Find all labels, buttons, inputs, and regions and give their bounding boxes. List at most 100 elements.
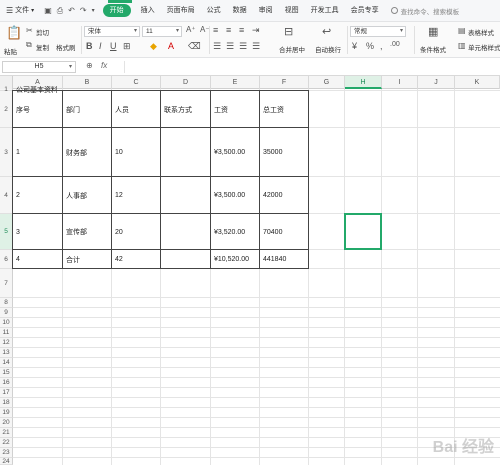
align-top-icon[interactable]: ≡ xyxy=(213,25,218,35)
tab-page-layout[interactable]: 页面布局 xyxy=(161,0,201,22)
cell-style-icon[interactable]: ▥ xyxy=(458,41,466,50)
table-cell[interactable]: 70400 xyxy=(260,214,309,250)
row-header-10[interactable]: 10 xyxy=(0,318,13,328)
table-cell[interactable]: 12 xyxy=(112,177,161,214)
wrap-text-button[interactable]: 自动换行 xyxy=(315,44,341,54)
table-header-cell[interactable]: 工资 xyxy=(211,91,260,128)
column-header-e[interactable]: E xyxy=(211,76,260,89)
cut-button[interactable]: 剪切 xyxy=(36,27,49,37)
table-cell[interactable]: ¥10,520.00 xyxy=(211,250,260,269)
table-cell[interactable]: 2 xyxy=(13,177,63,214)
copy-button[interactable]: 复制 xyxy=(36,42,49,52)
table-header-cell[interactable]: 序号 xyxy=(13,91,63,128)
bold-icon[interactable]: B xyxy=(86,41,93,51)
justify-icon[interactable]: ☰ xyxy=(252,41,260,52)
table-cell[interactable]: ¥3,500.00 xyxy=(211,128,260,177)
column-header-g[interactable]: G xyxy=(309,76,345,89)
increase-font-icon[interactable]: A⁺ xyxy=(186,25,196,34)
name-box[interactable]: H5 ▾ xyxy=(2,61,76,73)
fill-color-icon[interactable]: ◆ xyxy=(150,41,157,52)
tab-member[interactable]: 会员专享 xyxy=(345,0,385,22)
table-cell[interactable] xyxy=(161,214,211,250)
table-cell[interactable]: 35000 xyxy=(260,128,309,177)
conditional-format-button[interactable]: 条件格式 xyxy=(420,44,446,54)
table-cell[interactable]: 人事部 xyxy=(63,177,112,214)
table-cell[interactable]: 4 xyxy=(13,250,63,269)
row-header-16[interactable]: 16 xyxy=(0,378,13,388)
row-header-24[interactable]: 24 xyxy=(0,458,13,465)
command-search[interactable]: 查找命令、搜索模板 xyxy=(390,6,459,16)
row-header-8[interactable]: 8 xyxy=(0,298,13,308)
align-center-icon[interactable]: ☰ xyxy=(226,41,234,52)
decimal-icon[interactable]: .00 xyxy=(390,41,400,48)
table-cell[interactable]: 42 xyxy=(112,250,161,269)
table-cell[interactable]: 20 xyxy=(112,214,161,250)
scissors-icon[interactable]: ✂ xyxy=(26,26,33,35)
row-header-22[interactable]: 22 xyxy=(0,438,13,448)
tab-start[interactable]: 开始 xyxy=(102,4,131,17)
table-header-cell[interactable]: 联系方式 xyxy=(161,91,211,128)
conditional-format-icon[interactable]: ▦ xyxy=(428,25,438,38)
table-header-cell[interactable]: 总工资 xyxy=(260,91,309,128)
indent-icon[interactable]: ⇥ xyxy=(252,25,260,36)
wrap-text-icon[interactable]: ↩ xyxy=(322,25,331,38)
undo-icon[interactable]: ↶ xyxy=(68,6,75,15)
row-header-21[interactable]: 21 xyxy=(0,428,13,438)
table-cell[interactable]: 441840 xyxy=(260,250,309,269)
column-header-c[interactable]: C xyxy=(112,76,161,89)
column-header-b[interactable]: B xyxy=(63,76,112,89)
table-header-cell[interactable]: 部门 xyxy=(63,91,112,128)
row-header-19[interactable]: 19 xyxy=(0,408,13,418)
clear-format-icon[interactable]: ⌫ xyxy=(188,41,201,52)
number-format-select[interactable]: 常规 ▾ xyxy=(350,26,406,37)
row-header-18[interactable]: 18 xyxy=(0,398,13,408)
table-cell[interactable]: 10 xyxy=(112,128,161,177)
fx-icon[interactable]: fx xyxy=(101,61,107,70)
column-header-h[interactable]: H xyxy=(345,76,382,89)
table-cell[interactable]: ¥3,520.00 xyxy=(211,214,260,250)
tab-data[interactable]: 数据 xyxy=(227,0,253,22)
formula-input[interactable] xyxy=(124,61,498,73)
redo-icon[interactable]: ↷ xyxy=(80,6,87,15)
column-header-i[interactable]: I xyxy=(382,76,418,89)
table-cell[interactable]: 42000 xyxy=(260,177,309,214)
print-icon[interactable]: ⎙ xyxy=(57,6,63,16)
row-header-9[interactable]: 9 xyxy=(0,308,13,318)
table-cell[interactable]: 财务部 xyxy=(63,128,112,177)
border-icon[interactable]: ⊞ xyxy=(123,41,131,52)
table-style-icon[interactable]: ▤ xyxy=(458,26,466,35)
copy-icon[interactable]: ⧉ xyxy=(26,40,32,50)
table-cell[interactable] xyxy=(161,177,211,214)
row-header-17[interactable]: 17 xyxy=(0,388,13,398)
selected-cell-h5[interactable] xyxy=(344,213,382,250)
align-right-icon[interactable]: ☰ xyxy=(239,41,247,52)
format-painter-button[interactable]: 格式刷 xyxy=(56,42,76,52)
font-color-icon[interactable]: A xyxy=(168,41,174,51)
percent-icon[interactable]: % xyxy=(366,41,374,51)
table-cell[interactable] xyxy=(161,128,211,177)
table-cell[interactable]: 合计 xyxy=(63,250,112,269)
align-bottom-icon[interactable]: ≡ xyxy=(239,25,244,35)
font-name-select[interactable]: 宋体 ▾ xyxy=(84,26,140,37)
row-header-14[interactable]: 14 xyxy=(0,358,13,368)
italic-icon[interactable]: I xyxy=(99,41,102,51)
thousands-icon[interactable]: , xyxy=(380,41,383,51)
table-header-cell[interactable]: 人员 xyxy=(112,91,161,128)
currency-icon[interactable]: ¥ xyxy=(352,41,357,51)
merge-center-icon[interactable]: ⊟ xyxy=(284,25,293,38)
zoom-icon[interactable]: ⊕ xyxy=(86,61,93,70)
table-cell[interactable]: 1 xyxy=(13,128,63,177)
paste-button[interactable]: 粘贴 xyxy=(4,46,17,56)
align-middle-icon[interactable]: ≡ xyxy=(226,25,231,35)
tab-review[interactable]: 审阅 xyxy=(253,0,279,22)
row-header-20[interactable]: 20 xyxy=(0,418,13,428)
table-cell[interactable]: 宣传部 xyxy=(63,214,112,250)
tab-formulas[interactable]: 公式 xyxy=(201,0,227,22)
chevron-down-icon[interactable]: ▾ xyxy=(92,7,95,14)
row-header-12[interactable]: 12 xyxy=(0,338,13,348)
column-header-k[interactable]: K xyxy=(455,76,500,89)
file-menu[interactable]: ☰ 文件 ▾ xyxy=(0,0,40,22)
row-header-7[interactable]: 7 xyxy=(0,269,13,298)
tab-insert[interactable]: 插入 xyxy=(135,0,161,22)
row-header-15[interactable]: 15 xyxy=(0,368,13,378)
